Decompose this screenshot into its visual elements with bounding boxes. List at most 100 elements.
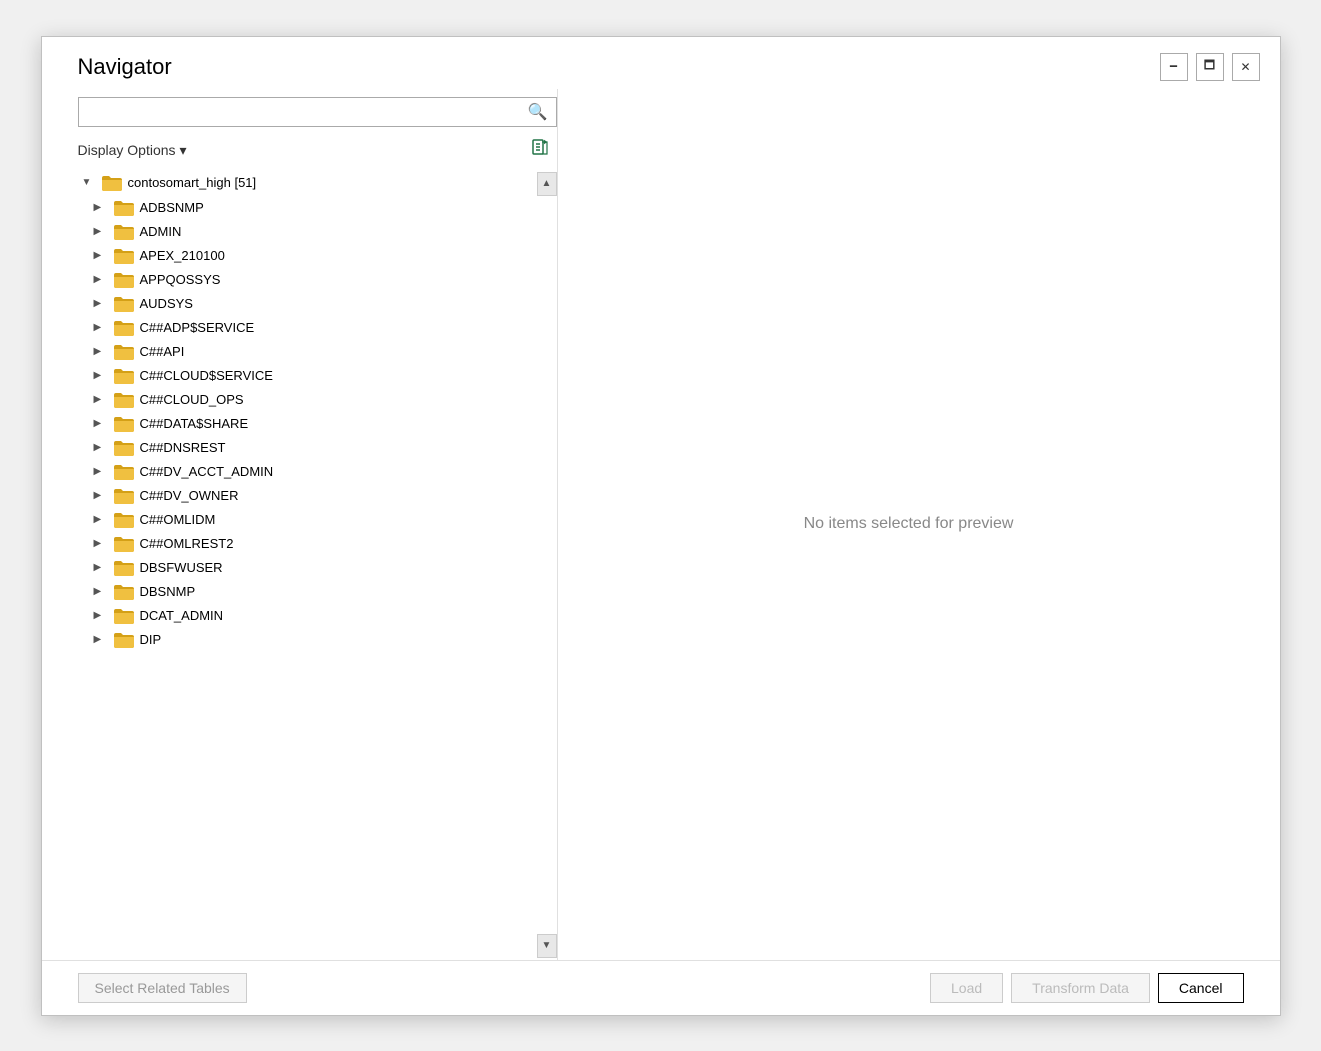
folder-icon	[114, 344, 134, 360]
item-expand-arrow: ▶	[94, 586, 108, 597]
folder-icon	[114, 368, 134, 384]
left-panel: 🔍 Display Options ▾	[78, 89, 558, 960]
folder-icon	[114, 224, 134, 240]
refresh-button[interactable]	[527, 135, 553, 166]
item-label: C##CLOUD$SERVICE	[140, 368, 273, 383]
item-expand-arrow: ▶	[94, 418, 108, 429]
tree-item[interactable]: ▶ DCAT_ADMIN	[78, 604, 533, 628]
tree-item[interactable]: ▶ C##DV_OWNER	[78, 484, 533, 508]
folder-icon	[114, 488, 134, 504]
search-input[interactable]	[87, 104, 528, 120]
footer-left: Select Related Tables	[78, 973, 247, 1003]
right-panel: No items selected for preview	[558, 89, 1260, 960]
folder-icon	[114, 440, 134, 456]
tree-item[interactable]: ▶ C##DNSREST	[78, 436, 533, 460]
item-label: DIP	[140, 632, 162, 647]
close-button[interactable]: ✕	[1232, 53, 1260, 81]
tree-item[interactable]: ▶ C##DATA$SHARE	[78, 412, 533, 436]
item-expand-arrow: ▶	[94, 490, 108, 501]
folder-icon	[114, 392, 134, 408]
maximize-button[interactable]: 🗖	[1196, 53, 1224, 81]
root-label: contosomart_high [51]	[128, 175, 257, 190]
item-label: C##API	[140, 344, 185, 359]
item-expand-arrow: ▶	[94, 274, 108, 285]
item-label: DBSFWUSER	[140, 560, 223, 575]
toolbar-row: Display Options ▾	[78, 131, 553, 170]
cancel-button[interactable]: Cancel	[1158, 973, 1244, 1003]
tree-item[interactable]: ▶ C##OMLIDM	[78, 508, 533, 532]
folder-icon	[114, 200, 134, 216]
item-expand-arrow: ▶	[94, 394, 108, 405]
item-label: AUDSYS	[140, 296, 193, 311]
tree-item[interactable]: ▶ APPQOSSYS	[78, 268, 533, 292]
folder-icon	[114, 560, 134, 576]
item-label: APPQOSSYS	[140, 272, 221, 287]
item-expand-arrow: ▶	[94, 634, 108, 645]
tree-root-item[interactable]: ▼ contosomart_high [51]	[78, 170, 533, 196]
item-label: DBSNMP	[140, 584, 196, 599]
tree-item[interactable]: ▶ C##CLOUD$SERVICE	[78, 364, 533, 388]
scroll-down-button[interactable]: ▼	[537, 934, 557, 958]
folder-icon	[114, 272, 134, 288]
item-label: APEX_210100	[140, 248, 225, 263]
tree-item[interactable]: ▶ ADMIN	[78, 220, 533, 244]
item-expand-arrow: ▶	[94, 562, 108, 573]
item-label: C##DATA$SHARE	[140, 416, 249, 431]
scroll-arrows: ▲ ▼	[537, 170, 557, 960]
folder-icon	[114, 632, 134, 648]
tree-item[interactable]: ▶ DBSNMP	[78, 580, 533, 604]
search-button[interactable]: 🔍	[528, 102, 548, 122]
item-expand-arrow: ▶	[94, 322, 108, 333]
item-expand-arrow: ▶	[94, 250, 108, 261]
item-expand-arrow: ▶	[94, 370, 108, 381]
load-button[interactable]: Load	[930, 973, 1003, 1003]
item-expand-arrow: ▶	[94, 226, 108, 237]
item-label: C##CLOUD_OPS	[140, 392, 244, 407]
root-folder-icon	[102, 175, 122, 191]
title-bar: Navigator 🗕 🗖 ✕	[42, 37, 1280, 89]
item-label: ADBSNMP	[140, 200, 204, 215]
item-expand-arrow: ▶	[94, 346, 108, 357]
item-label: C##DV_ACCT_ADMIN	[140, 464, 274, 479]
item-label: C##OMLIDM	[140, 512, 216, 527]
footer-right: Load Transform Data Cancel	[930, 973, 1243, 1003]
tree-items-container: ▶ ADBSNMP ▶ ADMIN ▶ APEX_210100 ▶	[78, 196, 533, 652]
item-label: C##DV_OWNER	[140, 488, 239, 503]
tree-list[interactable]: ▼ contosomart_high [51] ▶	[78, 170, 537, 960]
tree-item[interactable]: ▶ DBSFWUSER	[78, 556, 533, 580]
tree-item[interactable]: ▶ C##DV_ACCT_ADMIN	[78, 460, 533, 484]
folder-icon	[114, 608, 134, 624]
item-expand-arrow: ▶	[94, 610, 108, 621]
folder-icon	[114, 296, 134, 312]
tree-item[interactable]: ▶ C##ADP$SERVICE	[78, 316, 533, 340]
content-area: 🔍 Display Options ▾	[42, 89, 1280, 960]
scroll-up-button[interactable]: ▲	[537, 172, 557, 196]
select-related-button[interactable]: Select Related Tables	[78, 973, 247, 1003]
window-controls: 🗕 🗖 ✕	[1160, 53, 1260, 81]
item-label: C##ADP$SERVICE	[140, 320, 255, 335]
item-expand-arrow: ▶	[94, 298, 108, 309]
item-label: DCAT_ADMIN	[140, 608, 224, 623]
tree-container: ▼ contosomart_high [51] ▶	[78, 170, 557, 960]
transform-data-button[interactable]: Transform Data	[1011, 973, 1150, 1003]
item-expand-arrow: ▶	[94, 538, 108, 549]
item-expand-arrow: ▶	[94, 466, 108, 477]
minimize-button[interactable]: 🗕	[1160, 53, 1188, 81]
tree-item[interactable]: ▶ C##OMLREST2	[78, 532, 533, 556]
tree-item[interactable]: ▶ APEX_210100	[78, 244, 533, 268]
folder-icon	[114, 320, 134, 336]
tree-item[interactable]: ▶ ADBSNMP	[78, 196, 533, 220]
tree-item[interactable]: ▶ C##CLOUD_OPS	[78, 388, 533, 412]
preview-empty-text: No items selected for preview	[804, 515, 1014, 533]
tree-item[interactable]: ▶ DIP	[78, 628, 533, 652]
navigator-dialog: Navigator 🗕 🗖 ✕ 🔍 Display Options ▾	[41, 36, 1281, 1016]
search-bar: 🔍	[78, 97, 557, 127]
folder-icon	[114, 536, 134, 552]
dialog-title: Navigator	[78, 54, 172, 80]
tree-item[interactable]: ▶ AUDSYS	[78, 292, 533, 316]
item-expand-arrow: ▶	[94, 514, 108, 525]
tree-item[interactable]: ▶ C##API	[78, 340, 533, 364]
display-options-button[interactable]: Display Options ▾	[78, 142, 187, 159]
item-label: ADMIN	[140, 224, 182, 239]
item-label: C##OMLREST2	[140, 536, 234, 551]
